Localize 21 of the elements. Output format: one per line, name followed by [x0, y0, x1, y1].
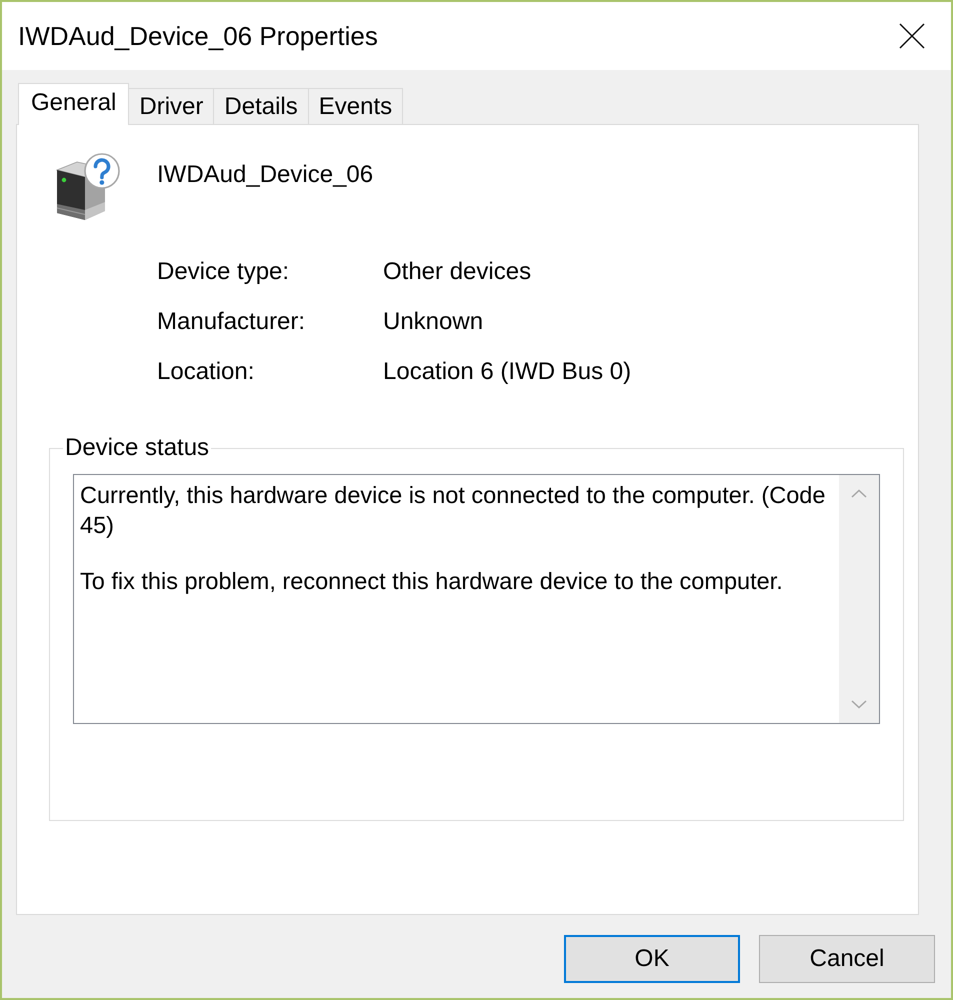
property-label: Location: [157, 357, 256, 387]
unknown-device-icon [55, 152, 121, 222]
dialog-button[interactable]: Cancel [759, 935, 935, 983]
chevron-up-icon[interactable] [851, 489, 867, 498]
tab[interactable]: Events [308, 88, 404, 124]
dialog-button[interactable]: OK [564, 935, 740, 983]
scrollbar[interactable] [839, 475, 879, 723]
group-title: Device status [64, 434, 210, 462]
chevron-down-icon[interactable] [851, 700, 867, 709]
close-icon [899, 23, 925, 49]
property-value: Other devices [383, 257, 532, 287]
property-label: Device type: [157, 257, 290, 287]
status-message: Currently, this hardware device is not connected to the computer. (Code 45) [80, 481, 826, 540]
window-title: IWDAud_Device_06 Properties [18, 20, 379, 52]
property-value: Location 6 (IWD Bus 0) [383, 357, 632, 387]
device-name: IWDAud_Device_06 [157, 160, 374, 190]
property-value: Unknown [383, 307, 484, 337]
status-text-area[interactable]: Currently, this hardware device is not connected to the computer. (Code 45) To fix this problem, reconnect this hardware device to the computer. [73, 474, 880, 724]
status-message: To fix this problem, reconnect this hardware device to the computer. [80, 567, 784, 596]
property-label: Manufacturer: [157, 307, 306, 337]
tab[interactable]: General [18, 83, 130, 125]
